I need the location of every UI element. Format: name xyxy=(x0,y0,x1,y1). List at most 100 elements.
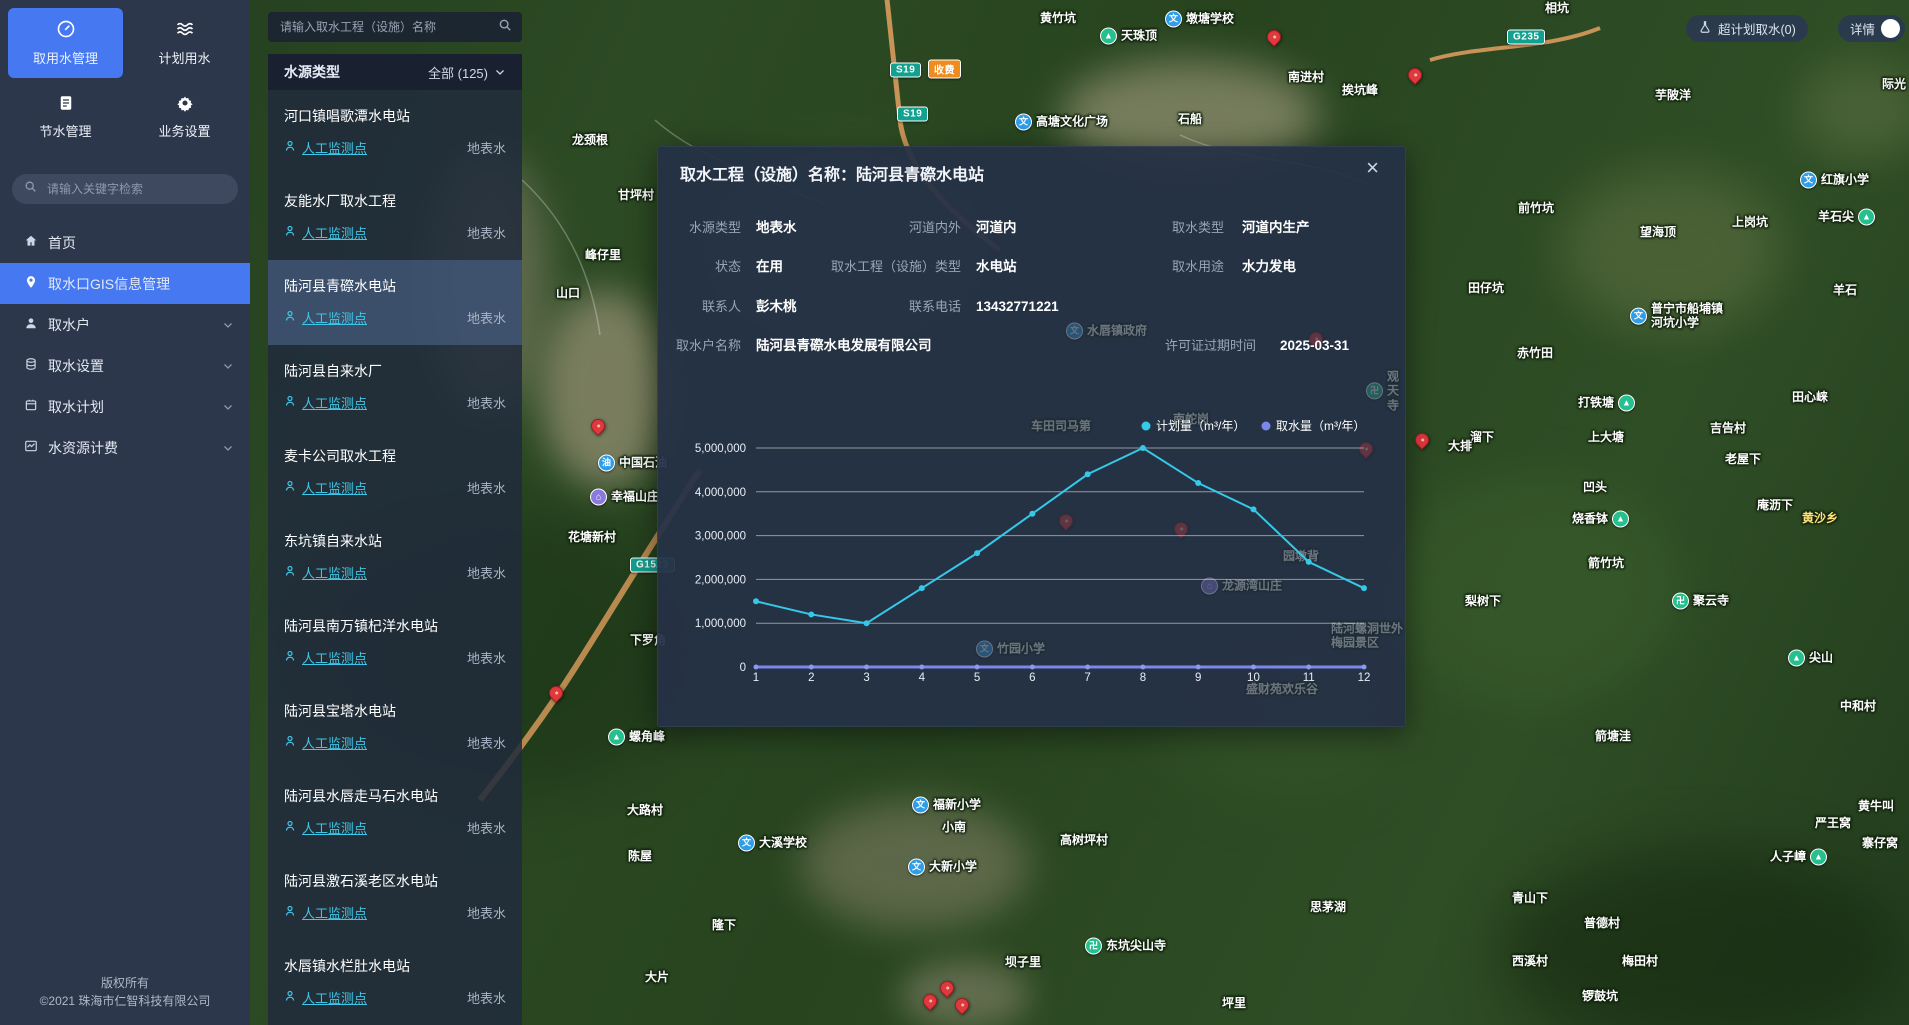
temple-icon: 卍 xyxy=(1085,938,1102,955)
svg-text:8: 8 xyxy=(1140,672,1146,684)
detail-toggle[interactable]: 详情 xyxy=(1838,15,1905,42)
svg-text:4,000,000: 4,000,000 xyxy=(695,487,746,499)
chevron-down-icon[interactable] xyxy=(494,66,506,78)
map-label-text: 严王窝 xyxy=(1815,816,1851,830)
svg-text:5: 5 xyxy=(974,672,980,684)
station-name: 陆河县宝塔水电站 xyxy=(284,701,506,721)
map-label-text: 田心崃 xyxy=(1792,390,1828,404)
svg-text:取水量（m³/年）: 取水量（m³/年） xyxy=(1276,419,1365,433)
map-label-text: 龙颈根 xyxy=(572,133,608,147)
map-label: 大排 xyxy=(1448,439,1472,453)
map-label: 芋陂洋 xyxy=(1655,88,1691,102)
list-item[interactable]: 陆河县激石溪老区水电站人工监测点地表水 xyxy=(268,855,522,940)
user-icon xyxy=(24,316,38,333)
map-label-text: 望海顶 xyxy=(1640,225,1676,239)
map-pin-icon[interactable] xyxy=(546,683,566,703)
svg-text:4: 4 xyxy=(919,672,926,684)
list-item[interactable]: 东坑镇自来水站人工监测点地表水 xyxy=(268,515,522,600)
map-pin-icon[interactable] xyxy=(937,978,957,998)
field-value: 13432771221 xyxy=(976,294,1059,320)
filter-value[interactable]: 全部 (125) xyxy=(428,63,488,82)
sidebar-item-4[interactable]: 取水计划 xyxy=(0,386,250,427)
over-plan-intake-button[interactable]: 超计划取水(0) xyxy=(1686,15,1808,42)
monitor-type[interactable]: 人工监测点 xyxy=(302,818,367,837)
water-source-type: 地表水 xyxy=(467,563,506,582)
monitor-type[interactable]: 人工监测点 xyxy=(302,733,367,752)
map-label-text: 隆下 xyxy=(712,918,736,932)
monitor-type[interactable]: 人工监测点 xyxy=(302,903,367,922)
source-type-filter[interactable]: 水源类型 全部 (125) xyxy=(268,54,522,90)
toggle-knob-icon[interactable] xyxy=(1881,19,1900,38)
monitor-type[interactable]: 人工监测点 xyxy=(302,393,367,412)
map-label-text: 寨仔窝 xyxy=(1862,836,1898,850)
list-item[interactable]: 陆河县南万镇杞洋水电站人工监测点地表水 xyxy=(268,600,522,685)
list-item[interactable]: 陆河县宝塔水电站人工监测点地表水 xyxy=(268,685,522,770)
chevron-down-icon[interactable] xyxy=(222,360,234,372)
map-label: 赤竹田 xyxy=(1517,346,1553,360)
sidebar-item-3[interactable]: 取水设置 xyxy=(0,345,250,386)
tile-gear[interactable]: 业务设置 xyxy=(127,82,242,152)
chevron-down-icon[interactable] xyxy=(222,401,234,413)
map-label-text: 黄竹坑 xyxy=(1040,11,1076,25)
list-item[interactable]: 水唇镇水栏肚水电站人工监测点地表水 xyxy=(268,940,522,1025)
sidebar-search[interactable] xyxy=(12,174,238,204)
school-icon: 文 xyxy=(912,797,929,814)
tile-doc[interactable]: 节水管理 xyxy=(8,82,123,152)
monitor-type[interactable]: 人工监测点 xyxy=(302,223,367,242)
list-item[interactable]: 陆河县水唇走马石水电站人工监测点地表水 xyxy=(268,770,522,855)
map-label-text: 大溪学校 xyxy=(759,836,807,850)
map-pin-icon[interactable] xyxy=(1412,430,1432,450)
keyword-search-input[interactable] xyxy=(45,181,226,197)
map-label: 田仔坑 xyxy=(1468,281,1504,295)
chevron-down-icon[interactable] xyxy=(222,319,234,331)
map-label-text: 坪里 xyxy=(1222,996,1246,1010)
map-label: 花塘新村 xyxy=(568,530,616,544)
monitor-type[interactable]: 人工监测点 xyxy=(302,138,367,157)
map-pin-icon[interactable] xyxy=(1405,65,1425,85)
school-icon: 文 xyxy=(1800,172,1817,189)
copyright: 版权所有 ©2021 珠海市仁智科技有限公司 xyxy=(0,974,250,1025)
tile-waves[interactable]: 计划用水 xyxy=(127,8,242,78)
map-pin-icon[interactable] xyxy=(952,995,972,1015)
modal-info-row: 水源类型地表水河道内外河道内取水类型河道内生产 xyxy=(658,215,1405,241)
close-icon[interactable]: × xyxy=(1366,157,1379,179)
chevron-down-icon[interactable] xyxy=(222,442,234,454)
monitor-type[interactable]: 人工监测点 xyxy=(302,308,367,327)
sidebar-item-0[interactable]: 首页 xyxy=(0,222,250,263)
search-icon[interactable] xyxy=(498,18,512,37)
mountain-icon: ▲ xyxy=(1810,849,1827,866)
list-item[interactable]: 陆河县青磜水电站人工监测点地表水 xyxy=(268,260,522,345)
list-item[interactable]: 麦卡公司取水工程人工监测点地表水 xyxy=(268,430,522,515)
sidebar-item-5[interactable]: 水资源计费 xyxy=(0,427,250,468)
map-label-text: 中和村 xyxy=(1840,699,1876,713)
station-name: 河口镇唱歌潭水电站 xyxy=(284,106,506,126)
monitor-type[interactable]: 人工监测点 xyxy=(302,563,367,582)
map-pin-icon[interactable] xyxy=(1264,27,1284,47)
list-item[interactable]: 河口镇唱歌潭水电站人工监测点地表水 xyxy=(268,90,522,175)
svg-text:5,000,000: 5,000,000 xyxy=(695,443,746,455)
map-pin-icon[interactable] xyxy=(588,416,608,436)
plan-vs-intake-chart: 01,000,0002,000,0003,000,0004,000,0005,0… xyxy=(658,397,1407,697)
intake-search[interactable] xyxy=(268,12,522,42)
list-item[interactable]: 陆河县自来水厂人工监测点地表水 xyxy=(268,345,522,430)
map-label: 大路村 xyxy=(627,803,663,817)
map-label: 寨仔窝 xyxy=(1862,836,1898,850)
tile-label: 业务设置 xyxy=(158,121,210,140)
list-item[interactable]: 友能水厂取水工程人工监测点地表水 xyxy=(268,175,522,260)
map-label-text: 前竹坑 xyxy=(1518,201,1554,215)
water-source-type: 地表水 xyxy=(467,393,506,412)
water-source-type: 地表水 xyxy=(467,903,506,922)
intake-search-input[interactable] xyxy=(278,19,492,35)
field-label: 取水类型 xyxy=(658,215,1224,241)
monitor-type[interactable]: 人工监测点 xyxy=(302,648,367,667)
sidebar-item-2[interactable]: 取水户 xyxy=(0,304,250,345)
map-label-text: 高塘文化广场 xyxy=(1036,115,1108,129)
monitor-type[interactable]: 人工监测点 xyxy=(302,478,367,497)
tile-gauge[interactable]: 取用水管理 xyxy=(8,8,123,78)
map-label: 文墩塘学校 xyxy=(1165,11,1234,28)
map-pin-icon[interactable] xyxy=(920,991,940,1011)
sidebar-item-1[interactable]: 取水口GIS信息管理 xyxy=(0,263,250,304)
water-source-type: 地表水 xyxy=(467,308,506,327)
map-label-text: 墩塘学校 xyxy=(1186,12,1234,26)
monitor-type[interactable]: 人工监测点 xyxy=(302,988,367,1007)
